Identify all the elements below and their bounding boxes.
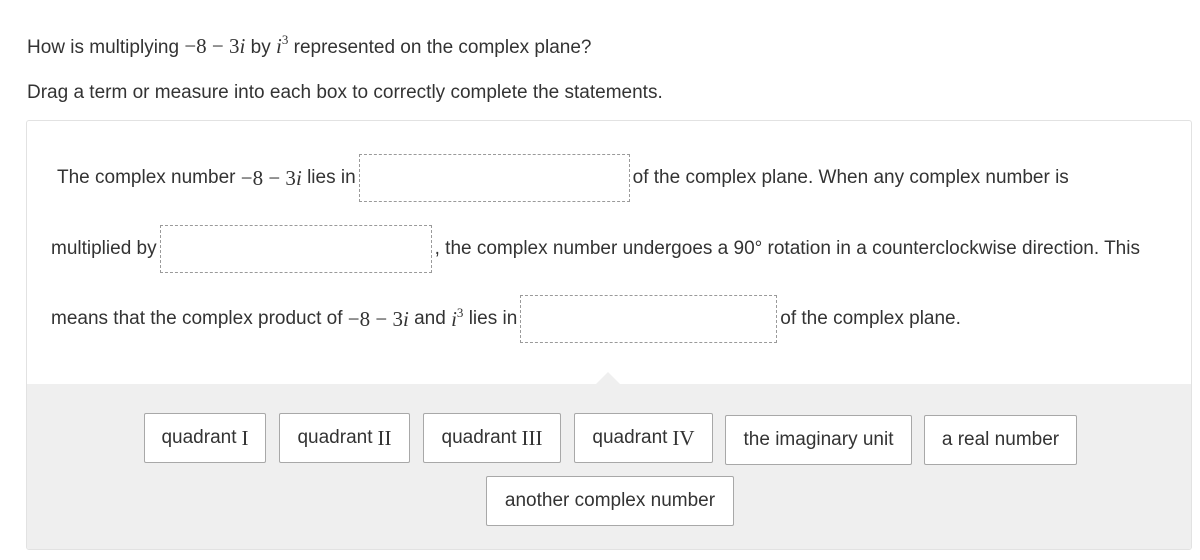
math-power: i3	[276, 32, 289, 58]
statement-1: The complex number −8 − 3i lies in of th…	[57, 154, 1069, 202]
statement-text: lies in	[468, 308, 518, 329]
drop-box-1[interactable]	[358, 154, 630, 202]
tile-another-complex-number[interactable]: another complex number	[486, 476, 734, 526]
math-expression: −8 − 3i	[240, 165, 302, 190]
tile-quadrant-4[interactable]: quadrant IV	[574, 413, 713, 463]
drop-box-2[interactable]	[159, 225, 432, 273]
statement-text: multiplied by	[51, 238, 157, 259]
tile-real-number[interactable]: a real number	[924, 415, 1077, 465]
statement-text: of the complex plane.	[780, 308, 961, 329]
math-expression: −8 − 3i	[184, 34, 246, 58]
tile-imaginary-unit[interactable]: the imaginary unit	[725, 415, 912, 465]
statement-3: means that the complex product of −8 − 3…	[51, 295, 961, 343]
statement-text: means that the complex product of	[51, 308, 343, 329]
instruction-text: Drag a term or measure into each box to …	[27, 82, 663, 103]
question-text: How is multiplying −8 − 3i by i3 represe…	[27, 32, 592, 59]
math-power: i3	[451, 304, 464, 331]
tile-quadrant-1[interactable]: quadrant I	[144, 413, 266, 463]
math-expression: −8 − 3i	[347, 306, 409, 331]
question-mid: by	[250, 37, 271, 58]
tray-notch	[596, 372, 620, 384]
drag-drop-card: The complex number −8 − 3i lies in of th…	[26, 120, 1192, 550]
tile-quadrant-2[interactable]: quadrant II	[279, 413, 410, 463]
question-suffix: represented on the complex plane?	[293, 37, 592, 58]
answer-tray: quadrant I quadrant II quadrant III quadran…	[27, 372, 1191, 549]
question-prefix: How is multiplying	[27, 37, 180, 58]
drop-box-3[interactable]	[520, 295, 778, 343]
tile-quadrant-3[interactable]: quadrant III	[423, 413, 561, 463]
statement-text: lies in	[307, 167, 356, 188]
statement-text: , the complex number undergoes a 90° rot…	[434, 238, 1140, 259]
statement-2: multiplied by , the complex number under…	[51, 225, 1140, 273]
statement-text: and	[414, 308, 446, 329]
statement-text: of the complex plane. When any complex n…	[632, 167, 1069, 188]
statement-text: The complex number	[57, 167, 236, 188]
